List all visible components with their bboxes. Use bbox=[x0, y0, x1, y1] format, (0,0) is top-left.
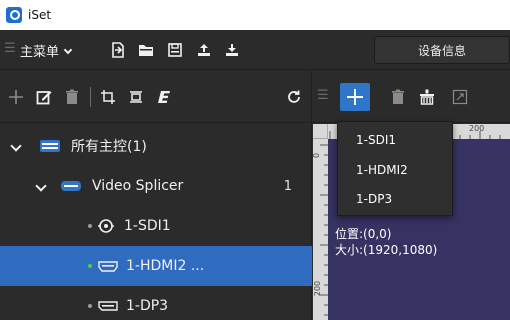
tree-input-hdmi2[interactable]: 1-HDMI2 ... bbox=[0, 246, 312, 286]
tree-input-dp3[interactable]: 1-DP3 bbox=[0, 286, 312, 320]
chevron-down-icon[interactable] bbox=[10, 140, 22, 152]
tree-device-video-splicer[interactable]: Video Splicer 1 bbox=[0, 166, 312, 206]
device-label: Video Splicer bbox=[92, 178, 184, 194]
ruler-v-label: 200 bbox=[313, 280, 323, 297]
crop-icon[interactable] bbox=[100, 89, 116, 105]
input-label: 1-HDMI2 ... bbox=[126, 258, 205, 274]
save-icon[interactable] bbox=[167, 42, 183, 58]
fullscreen-icon[interactable] bbox=[452, 89, 468, 105]
drag-handle-icon[interactable]: ☰ bbox=[4, 41, 16, 56]
toolbar-divider bbox=[90, 87, 91, 107]
dropdown-item-sdi1[interactable]: 1-SDI1 bbox=[338, 125, 452, 154]
layer-position-text: 位置:(0,0) bbox=[335, 227, 392, 241]
input-label: 1-SDI1 bbox=[124, 218, 171, 234]
title-bar: iSet bbox=[0, 0, 510, 30]
status-dot bbox=[88, 304, 92, 308]
dropdown-item-dp3[interactable]: 1-DP3 bbox=[338, 184, 452, 213]
hdmi-icon bbox=[98, 261, 118, 272]
menu-bar: ☰ 主菜单 设备信息 bbox=[0, 30, 510, 70]
ruler-corner bbox=[313, 124, 328, 139]
edid-icon[interactable] bbox=[156, 89, 172, 105]
tree-root-label: 所有主控(1) bbox=[71, 139, 147, 155]
add-layer-dropdown: 1-SDI1 1-HDMI2 1-DP3 bbox=[337, 121, 453, 216]
status-dot bbox=[88, 224, 92, 228]
upload-icon[interactable] bbox=[196, 42, 212, 58]
dp-icon bbox=[98, 301, 118, 311]
download-icon[interactable] bbox=[224, 42, 240, 58]
chevron-down-icon bbox=[63, 45, 73, 55]
tree-toolbar bbox=[0, 71, 312, 123]
input-label: 1-DP3 bbox=[126, 298, 169, 314]
tree-root-all-controllers[interactable]: 所有主控(1) bbox=[0, 126, 312, 166]
add-icon[interactable] bbox=[8, 89, 24, 105]
delete-icon[interactable] bbox=[390, 89, 406, 105]
add-layer-button[interactable] bbox=[340, 83, 370, 111]
layer-toolbar: ☰ bbox=[313, 71, 510, 123]
tree-input-sdi1[interactable]: 1-SDI1 bbox=[0, 206, 312, 246]
controller-icon bbox=[40, 140, 60, 152]
open-folder-icon[interactable] bbox=[138, 42, 154, 58]
splicer-device-icon bbox=[61, 181, 81, 191]
ruler-h-label: 200 bbox=[469, 124, 485, 133]
frame-icon[interactable] bbox=[128, 89, 144, 105]
main-menu-label: 主菜单 bbox=[20, 45, 60, 60]
main-menu-button[interactable]: 主菜单 bbox=[20, 41, 73, 60]
refresh-icon[interactable] bbox=[286, 89, 302, 105]
layer-info: 位置:(0,0) 大小:(1920,1080) bbox=[335, 226, 437, 258]
device-count: 1 bbox=[283, 178, 292, 194]
export-icon[interactable] bbox=[110, 42, 126, 58]
device-info-button[interactable]: 设备信息 bbox=[374, 36, 510, 64]
ruler-v-origin-label: 0 bbox=[312, 152, 322, 159]
drag-handle-icon[interactable]: ☰ bbox=[317, 88, 329, 103]
layer-size-text: 大小:(1920,1080) bbox=[335, 243, 438, 257]
vertical-ruler: 0 200 bbox=[312, 139, 328, 320]
dropdown-item-hdmi2[interactable]: 1-HDMI2 bbox=[338, 155, 452, 184]
window-title: iSet bbox=[28, 8, 52, 22]
app-logo-icon bbox=[6, 7, 22, 23]
clear-icon[interactable] bbox=[419, 89, 435, 105]
delete-icon[interactable] bbox=[64, 89, 80, 105]
chevron-down-icon[interactable] bbox=[35, 180, 47, 192]
sdi-icon bbox=[98, 219, 114, 233]
edit-icon[interactable] bbox=[36, 89, 52, 105]
status-dot bbox=[88, 264, 92, 268]
device-tree: 所有主控(1) Video Splicer 1 1-SDI1 1-HDMI2 .… bbox=[0, 124, 312, 320]
